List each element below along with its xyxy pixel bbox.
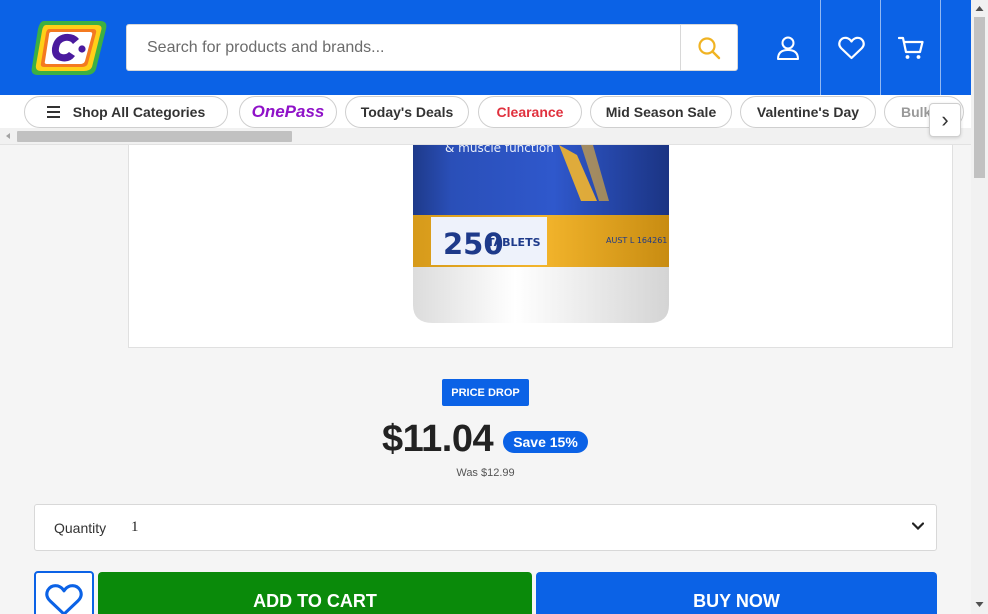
nav-next-button[interactable]: › [929,103,961,137]
scroll-down-arrow-icon[interactable] [975,601,984,608]
quantity-value: 1 [131,519,139,535]
scroll-up-arrow-icon[interactable] [975,5,984,12]
account-button[interactable] [758,0,818,95]
heart-icon [45,584,83,614]
search-bar [126,24,738,71]
quantity-select[interactable]: Quantity 1 [34,504,937,551]
page: Shop All Categories OnePass Today's Deal… [0,0,988,614]
tablet-word-text: TABLETS [487,236,541,249]
valentines-label: Valentine's Day [756,104,860,120]
wishlist-button[interactable] [821,0,881,95]
nav-todays-deals[interactable]: Today's Deals [345,96,469,128]
add-to-cart-button[interactable]: ADD TO CART [98,572,532,614]
nav-scrollbar-thumb[interactable] [17,131,292,142]
shop-all-categories-button[interactable]: Shop All Categories [24,96,228,128]
header-divider [940,0,941,95]
product-image: 250 TABLETS AUST L 164261 & muscle funct… [413,145,669,323]
account-icon [777,36,799,60]
add-to-wishlist-button[interactable] [34,571,94,614]
cart-button[interactable] [881,0,941,95]
label-text: & muscle function [445,145,554,155]
was-price: Was $12.99 [456,467,515,479]
clearance-label: Clearance [496,104,564,120]
onepass-label: OnePass [251,102,325,121]
scroll-left-arrow-icon[interactable] [4,132,12,140]
nav-mid-season-sale[interactable]: Mid Season Sale [590,96,732,128]
bulk-label: Bulk [901,104,932,120]
aust-code-text: AUST L 164261 [606,236,667,245]
current-price: $11.04 [382,418,494,460]
cart-icon [898,36,924,59]
heart-icon [837,36,865,59]
search-button[interactable] [680,25,737,70]
chevron-right-icon: › [941,107,949,132]
nav-valentines-day[interactable]: Valentine's Day [740,96,876,128]
nav-clearance[interactable]: Clearance [478,96,582,128]
page-scrollbar-thumb[interactable] [974,17,985,178]
mid-season-label: Mid Season Sale [605,104,717,120]
search-icon [698,36,721,59]
buy-now-button[interactable]: BUY NOW [536,572,937,614]
nav-onepass[interactable]: OnePass [239,96,337,128]
shop-all-label: Shop All Categories [72,104,206,120]
price-drop-badge: PRICE DROP [442,379,529,406]
search-input[interactable] [127,25,681,70]
site-header [0,0,971,95]
kmart-catch-logo[interactable] [30,17,108,77]
save-badge: Save 15% [503,431,588,453]
chevron-down-icon [911,517,925,533]
todays-deals-label: Today's Deals [360,104,454,120]
quantity-label: Quantity [54,520,107,536]
product-image-frame[interactable]: 250 TABLETS AUST L 164261 & muscle funct… [128,145,953,348]
menu-icon [46,106,60,118]
